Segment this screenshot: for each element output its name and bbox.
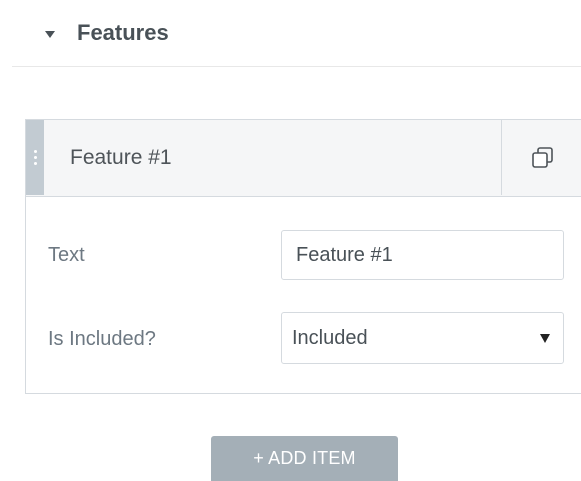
select-arrow-icon bbox=[540, 333, 550, 343]
repeater-item: Feature #1 Text Is Included? Included bbox=[25, 119, 581, 394]
caret-down-icon bbox=[45, 30, 55, 38]
section-header-features[interactable]: Features bbox=[0, 0, 581, 66]
section-divider bbox=[12, 66, 581, 67]
is-included-value: Included bbox=[292, 326, 368, 349]
text-input[interactable] bbox=[281, 230, 564, 280]
add-item-button[interactable]: + ADD ITEM bbox=[211, 436, 398, 481]
text-label: Text bbox=[48, 244, 85, 266]
is-included-label: Is Included? bbox=[48, 328, 156, 350]
duplicate-button[interactable] bbox=[501, 120, 581, 195]
duplicate-icon bbox=[531, 146, 553, 168]
repeater-item-header[interactable]: Feature #1 bbox=[26, 120, 581, 197]
drag-dot bbox=[33, 162, 37, 165]
repeater-item-title[interactable]: Feature #1 bbox=[70, 120, 172, 195]
drag-dot bbox=[33, 156, 37, 159]
drag-dot bbox=[33, 150, 37, 153]
is-included-select[interactable]: Included bbox=[281, 312, 564, 364]
drag-handle-icon[interactable] bbox=[26, 120, 44, 195]
section-title: Features bbox=[77, 20, 169, 45]
